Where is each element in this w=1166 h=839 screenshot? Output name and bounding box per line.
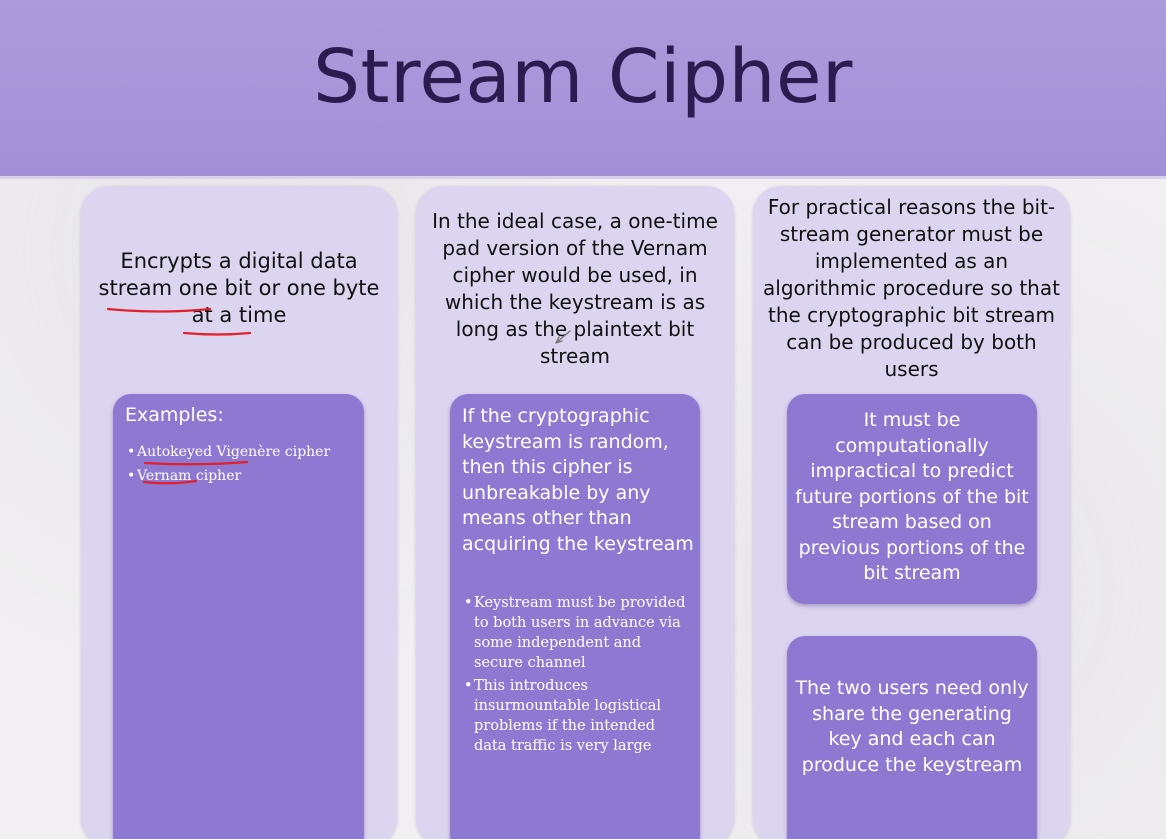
column-1-text: Encrypts a digital data stream one bit o… [98, 249, 380, 327]
example-item: Vernam cipher [127, 464, 357, 488]
keystream-note-item: This introduces insurmountable logistica… [464, 676, 692, 756]
keystream-note-item: Keystream must be provided to both users… [464, 593, 692, 673]
examples-list: Autokeyed Vigenère cipher Vernam cipher [127, 440, 357, 488]
shared-key-box: The two users need only share the genera… [787, 636, 1037, 839]
random-keystream-box: If the cryptographic keystream is random… [450, 394, 700, 839]
random-keystream-lead: If the cryptographic keystream is random… [462, 405, 694, 555]
shared-key-text: The two users need only share the genera… [795, 677, 1029, 776]
example-item: Autokeyed Vigenère cipher [127, 440, 357, 464]
column-2-text: In the ideal case, a one-time pad versio… [432, 209, 718, 368]
examples-heading: Examples: [125, 404, 224, 426]
column-3-text: For practical reasons the bit-stream gen… [763, 195, 1060, 381]
slide-title: Stream Cipher [313, 34, 853, 120]
keystream-notes-list: Keystream must be provided to both users… [464, 593, 692, 759]
examples-box: Examples: Autokeyed Vigenère cipher Vern… [113, 394, 364, 839]
impractical-predict-box: It must be computationally impractical t… [787, 394, 1037, 604]
impractical-predict-text: It must be computationally impractical t… [795, 409, 1029, 584]
